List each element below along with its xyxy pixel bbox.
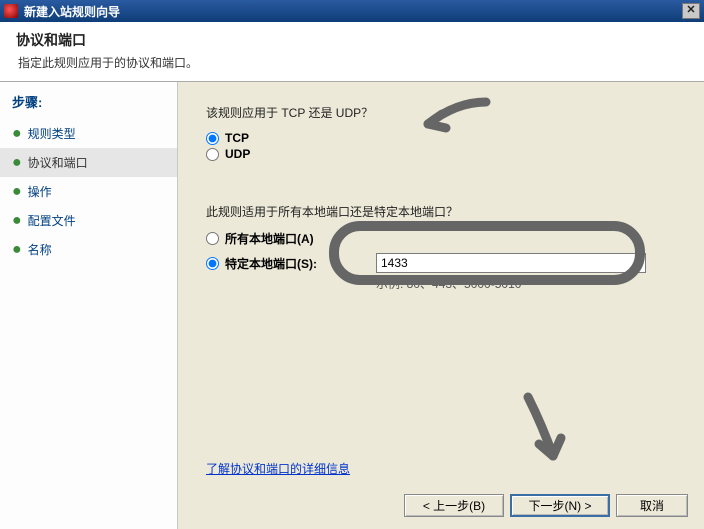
annotation-arrow-next [513,392,573,472]
radio-udp[interactable] [206,148,219,161]
cancel-button[interactable]: 取消 [616,494,688,517]
step-rule-type[interactable]: ● 规则类型 [0,119,177,148]
port-input[interactable] [376,253,646,273]
step-label: 配置文件 [28,212,76,229]
radio-specific-ports-label: 特定本地端口(S): [225,255,317,272]
window-title: 新建入站规则向导 [24,3,682,20]
step-action[interactable]: ● 操作 [0,177,177,206]
step-protocol-ports[interactable]: ● 协议和端口 [0,148,177,177]
step-name[interactable]: ● 名称 [0,235,177,264]
radio-udp-label: UDP [225,147,250,161]
titlebar: 新建入站规则向导 ✕ [0,0,704,22]
page-subtitle: 指定此规则应用于的协议和端口。 [18,54,688,71]
question-protocol: 该规则应用于 TCP 还是 UDP？ [206,104,676,121]
radio-tcp-label: TCP [225,131,249,145]
close-button[interactable]: ✕ [682,3,700,19]
bullet-icon: ● [12,184,22,200]
bullet-icon: ● [12,155,22,171]
bullet-icon: ● [12,213,22,229]
bullet-icon: ● [12,242,22,258]
wizard-footer: < 上一步(B) 下一步(N) > 取消 [404,494,688,517]
back-button[interactable]: < 上一步(B) [404,494,504,517]
step-label: 操作 [28,183,52,200]
steps-sidebar: 步骤: ● 规则类型 ● 协议和端口 ● 操作 ● 配置文件 ● 名称 [0,82,178,529]
step-label: 名称 [28,241,52,258]
port-example: 示例: 80、443、5000-5010 [376,275,676,292]
radio-all-ports-label: 所有本地端口(A) [225,230,314,247]
radio-tcp[interactable] [206,132,219,145]
radio-specific-ports[interactable] [206,257,219,270]
next-button[interactable]: 下一步(N) > [510,494,610,517]
bullet-icon: ● [12,126,22,142]
step-profile[interactable]: ● 配置文件 [0,206,177,235]
page-title: 协议和端口 [16,30,688,50]
step-label: 规则类型 [28,125,76,142]
question-ports: 此规则适用于所有本地端口还是特定本地端口？ [206,203,676,220]
app-icon [4,4,18,18]
learn-more-link[interactable]: 了解协议和端口的详细信息 [206,460,350,477]
wizard-header: 协议和端口 指定此规则应用于的协议和端口。 [0,22,704,82]
main-panel: 该规则应用于 TCP 还是 UDP？ TCP UDP 此规则适用于所有本地端口还… [178,82,704,529]
radio-all-ports[interactable] [206,232,219,245]
steps-label: 步骤: [0,92,177,119]
step-label: 协议和端口 [28,154,88,171]
